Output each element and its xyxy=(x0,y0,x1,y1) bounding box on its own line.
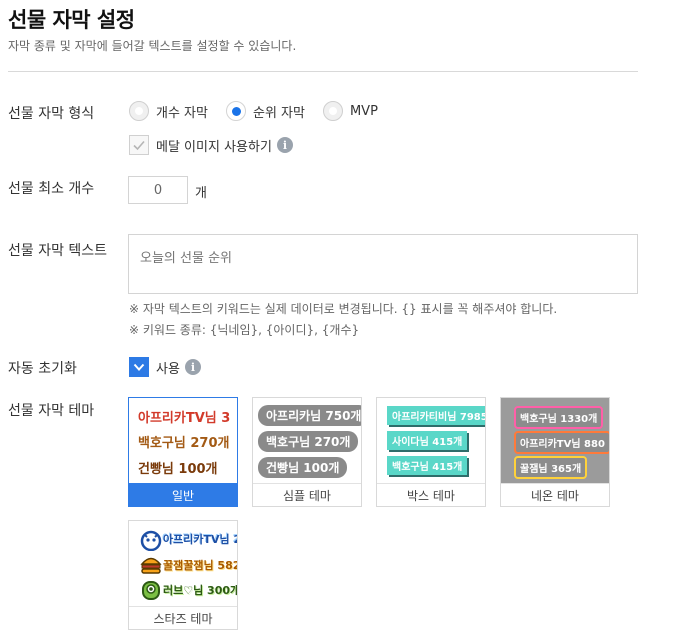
info-icon[interactable]: i xyxy=(276,137,293,153)
preview-line: 아프리카TV님 3 xyxy=(138,411,231,426)
check-icon xyxy=(133,140,145,151)
ghost-icon xyxy=(140,530,162,551)
preview-line: 꿀잼꿀잼님 582 xyxy=(163,559,237,572)
radio-mvp[interactable]: MVP xyxy=(322,101,378,121)
theme-card-stars[interactable]: 아프리카TV님 2 꿀잼꿀잼님 582 러브♡님 300개 스타즈 테마 xyxy=(128,520,238,630)
preview-line: 백호구님 270개 xyxy=(138,436,230,451)
reset-checkbox[interactable] xyxy=(129,357,149,377)
caption-text-input[interactable] xyxy=(128,234,638,294)
preview-line: 아프리카TV님 880 xyxy=(514,431,609,454)
burger-icon xyxy=(140,557,162,574)
theme-caption-simple: 심플 테마 xyxy=(253,483,361,506)
radio-rank-dot[interactable] xyxy=(225,101,246,121)
preview-line: 백호구님 270개 xyxy=(258,431,359,452)
medal-option[interactable]: 메달 이미지 사용하기 i xyxy=(129,135,293,155)
radio-rank[interactable]: 순위 자막 xyxy=(225,101,305,121)
theme-card-basic[interactable]: 아프리카TV님 3 백호구님 270개 건빵님 100개 일반 xyxy=(128,397,238,507)
preview-line: 아프리카TV님 2 xyxy=(163,533,237,546)
theme-label: 선물 자막 테마 xyxy=(8,403,95,419)
theme-preview-neon: 백호구님 1330개 아프리카TV님 880 꿀잼님 365개 xyxy=(501,398,609,483)
preview-line: 건빵님 100개 xyxy=(258,457,348,478)
radio-mvp-label: MVP xyxy=(349,103,378,119)
keyword-types-note: ※ 키워드 종류: {닉네임}, {아이디}, {개수} xyxy=(129,323,360,337)
reset-option-label: 사용 xyxy=(156,361,180,377)
format-label: 선물 자막 형식 xyxy=(8,106,95,122)
keyword-note: ※ 자막 텍스트의 키워드는 실제 데이터로 변경됩니다. {} 표시를 꼭 해… xyxy=(129,302,558,316)
preview-line: 러브♡님 300개 xyxy=(163,584,237,597)
min-count-label: 선물 최소 개수 xyxy=(8,181,95,197)
theme-card-neon[interactable]: 백호구님 1330개 아프리카TV님 880 꿀잼님 365개 네온 테마 xyxy=(500,397,610,507)
preview-line: 백호구님 1330개 xyxy=(514,406,604,429)
theme-preview-basic: 아프리카TV님 3 백호구님 270개 건빵님 100개 xyxy=(129,398,237,483)
min-count-input[interactable] xyxy=(128,176,188,204)
theme-caption-basic: 일반 xyxy=(129,483,237,506)
preview-line: 건빵님 100개 xyxy=(138,462,218,477)
theme-preview-stars: 아프리카TV님 2 꿀잼꿀잼님 582 러브♡님 300개 xyxy=(129,521,237,606)
theme-preview-box: 아프리카티비님 7985 사이다님 415개 백호구님 415개 xyxy=(377,398,485,483)
min-count-unit: 개 xyxy=(195,186,207,201)
preview-line: 사이다님 415개 xyxy=(387,431,468,450)
theme-caption-neon: 네온 테마 xyxy=(501,483,609,506)
theme-caption-stars: 스타즈 테마 xyxy=(129,606,237,629)
radio-count[interactable]: 개수 자막 xyxy=(129,101,208,121)
radio-count-dot[interactable] xyxy=(129,101,149,121)
text-label: 선물 자막 텍스트 xyxy=(8,243,108,259)
info-icon[interactable]: i xyxy=(184,359,201,375)
preview-line: 아프리카티비님 7985 xyxy=(387,406,485,425)
alien-icon xyxy=(142,581,160,600)
page-subtitle: 자막 종류 및 자막에 들어갈 텍스트를 설정할 수 있습니다. xyxy=(8,39,297,53)
chevron-down-icon xyxy=(133,363,145,371)
preview-line: 백호구님 415개 xyxy=(387,456,468,475)
theme-card-box[interactable]: 아프리카티비님 7985 사이다님 415개 백호구님 415개 박스 테마 xyxy=(376,397,486,507)
page-title: 선물 자막 설정 xyxy=(8,8,135,32)
theme-caption-box: 박스 테마 xyxy=(377,483,485,506)
preview-line: 꿀잼님 365개 xyxy=(514,456,588,479)
preview-line: 아프리카님 750개 xyxy=(258,405,361,426)
reset-option[interactable]: 사용 i xyxy=(129,357,201,377)
radio-count-label: 개수 자막 xyxy=(156,105,208,121)
radio-mvp-dot[interactable] xyxy=(322,101,343,121)
medal-checkbox[interactable] xyxy=(129,135,149,155)
format-radio-group: 개수 자막 순위 자막 MVP xyxy=(129,101,396,121)
radio-rank-label: 순위 자막 xyxy=(252,105,305,121)
theme-preview-simple: 아프리카님 750개 백호구님 270개 건빵님 100개 xyxy=(253,398,361,483)
theme-card-simple[interactable]: 아프리카님 750개 백호구님 270개 건빵님 100개 심플 테마 xyxy=(252,397,362,507)
medal-label: 메달 이미지 사용하기 xyxy=(156,139,272,155)
header-divider xyxy=(8,71,638,72)
reset-label: 자동 초기화 xyxy=(8,361,77,377)
